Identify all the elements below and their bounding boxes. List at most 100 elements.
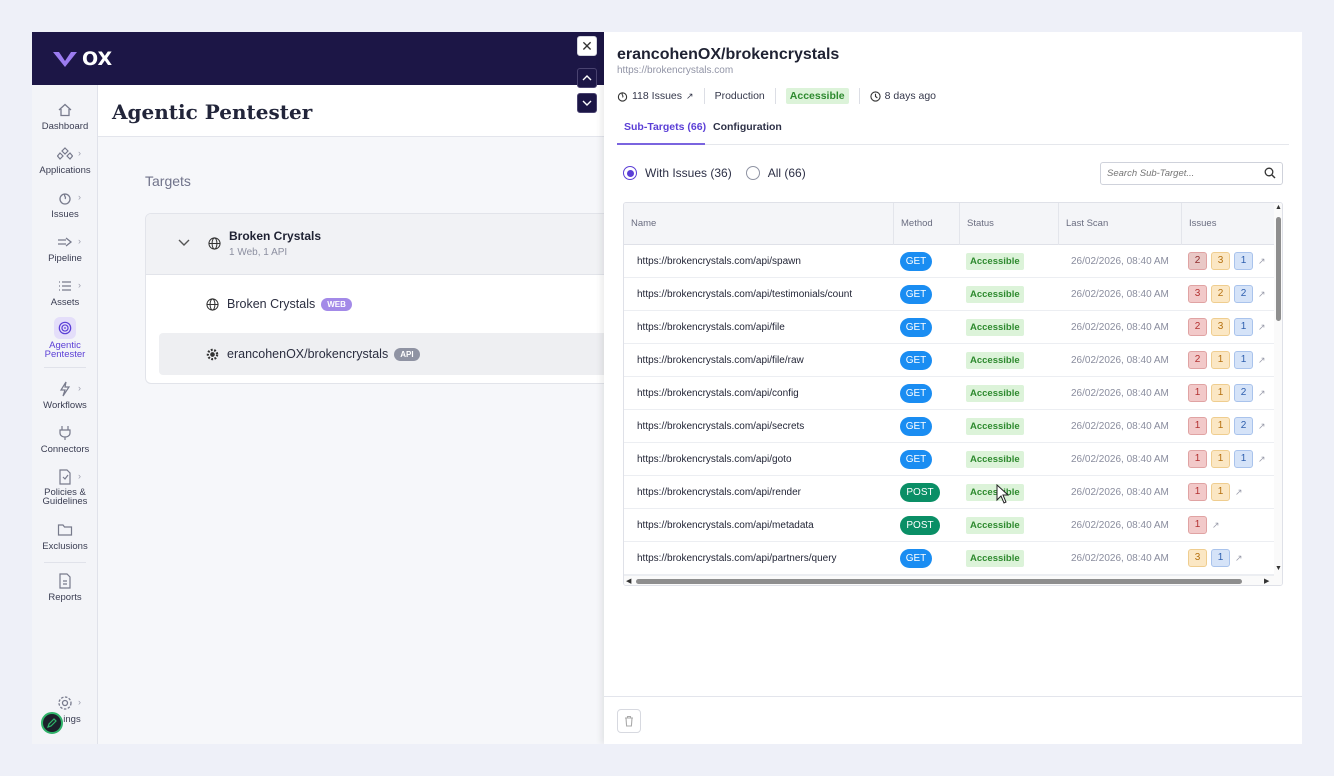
severity-count-badge[interactable]: 1 (1211, 351, 1230, 369)
severity-count-badge[interactable]: 1 (1188, 450, 1207, 468)
severity-count-badge[interactable]: 1 (1234, 252, 1253, 270)
delete-button[interactable] (617, 709, 641, 733)
severity-count-badge[interactable]: 1 (1211, 549, 1230, 567)
severity-count-badge[interactable]: 1 (1188, 417, 1207, 435)
severity-count-badge[interactable]: 1 (1234, 351, 1253, 369)
severity-count-badge[interactable]: 3 (1211, 318, 1230, 336)
previous-target-button[interactable] (577, 68, 597, 88)
table-row[interactable]: https://brokencrystals.com/api/testimoni… (624, 278, 1274, 311)
sidebar-item-workflows[interactable]: › Workflows (32, 381, 98, 411)
severity-count-badge[interactable]: 1 (1234, 318, 1253, 336)
column-header-method[interactable]: Method (894, 203, 960, 245)
sub-target-name[interactable]: https://brokencrystals.com/api/secrets (637, 421, 804, 432)
severity-count-badge[interactable]: 2 (1188, 351, 1207, 369)
external-link-icon[interactable]: ↗ (1258, 421, 1266, 432)
table-row[interactable]: https://brokencrystals.com/api/file/raw G… (624, 344, 1274, 377)
target-group-header[interactable]: Broken Crystals 1 Web, 1 API (146, 214, 614, 275)
sub-target-name[interactable]: https://brokencrystals.com/api/file (637, 322, 785, 333)
table-row[interactable]: https://brokencrystals.com/api/spawn GET A… (624, 245, 1274, 278)
severity-count-badge[interactable]: 2 (1211, 285, 1230, 303)
sub-target-name[interactable]: https://brokencrystals.com/api/config (637, 388, 799, 399)
severity-count-badge[interactable]: 2 (1188, 252, 1207, 270)
with-issues-radio[interactable] (623, 166, 637, 180)
external-link-icon[interactable]: ↗ (1235, 487, 1243, 498)
severity-count-badge[interactable]: 1 (1211, 450, 1230, 468)
sub-target-name[interactable]: https://brokencrystals.com/api/render (637, 487, 801, 498)
sub-target-name[interactable]: https://brokencrystals.com/api/partners/… (637, 553, 837, 564)
tab-configuration[interactable]: Configuration (713, 121, 782, 133)
vertical-scroll-thumb[interactable] (1276, 217, 1281, 321)
severity-count-badge[interactable]: 2 (1234, 285, 1253, 303)
column-header-issues[interactable]: Issues (1182, 203, 1274, 245)
column-header-last-scan[interactable]: Last Scan (1059, 203, 1182, 245)
next-target-button[interactable] (577, 93, 597, 113)
target-row-api[interactable]: erancohenOX/brokencrystals API (159, 333, 614, 375)
severity-count-badge[interactable]: 1 (1188, 483, 1207, 501)
external-link-icon[interactable]: ↗ (1258, 388, 1266, 399)
severity-count-badge[interactable]: 3 (1211, 252, 1230, 270)
scroll-down-arrow[interactable]: ▼ (1275, 565, 1282, 572)
issues-count-link[interactable]: 118 Issues (632, 90, 682, 102)
search-icon[interactable] (1264, 167, 1276, 179)
all-label[interactable]: All (66) (768, 166, 806, 180)
column-header-status[interactable]: Status (960, 203, 1059, 245)
sidebar-item-connectors[interactable]: Connectors (32, 425, 98, 455)
scroll-left-arrow[interactable]: ◀ (626, 577, 631, 585)
severity-count-badge[interactable]: 1 (1188, 516, 1207, 534)
severity-count-badge[interactable]: 1 (1211, 417, 1230, 435)
sidebar-item-agentic-pentester[interactable]: Agentic Pentester (32, 317, 98, 359)
edit-pencil-button[interactable] (41, 712, 63, 734)
severity-count-badge[interactable]: 2 (1234, 417, 1253, 435)
sidebar-item-dashboard[interactable]: Dashboard (32, 102, 98, 132)
table-row[interactable]: https://brokencrystals.com/api/render POS… (624, 476, 1274, 509)
table-row[interactable]: https://brokencrystals.com/api/config GET… (624, 377, 1274, 410)
severity-count-badge[interactable]: 2 (1188, 318, 1207, 336)
with-issues-label[interactable]: With Issues (36) (645, 166, 732, 180)
column-header-name[interactable]: Name (624, 203, 894, 245)
sub-target-name[interactable]: https://brokencrystals.com/api/metadata (637, 520, 814, 531)
tab-sub-targets[interactable]: Sub-Targets (66) (624, 121, 706, 133)
table-row[interactable]: https://brokencrystals.com/api/partners/… (624, 542, 1274, 575)
severity-count-badge[interactable]: 3 (1188, 285, 1207, 303)
chevron-down-icon[interactable] (178, 236, 190, 250)
severity-count-badge[interactable]: 2 (1234, 384, 1253, 402)
close-drawer-button[interactable]: ✕ (577, 36, 597, 56)
drawer-url[interactable]: https://brokencrystals.com (617, 65, 733, 76)
all-radio[interactable] (745, 166, 760, 180)
external-link-icon[interactable]: ↗ (1258, 256, 1266, 267)
search-input[interactable] (1101, 163, 1251, 184)
table-row[interactable]: https://brokencrystals.com/api/secrets GE… (624, 410, 1274, 443)
severity-count-badge[interactable]: 1 (1211, 483, 1230, 501)
horizontal-scrollbar[interactable]: ◀ ▶ (624, 575, 1274, 585)
target-row-web[interactable]: Broken Crystals WEB (206, 283, 352, 325)
external-link-icon[interactable]: ↗ (1258, 289, 1266, 300)
sidebar-item-pipeline[interactable]: › Pipeline (32, 234, 98, 264)
scroll-right-arrow[interactable]: ▶ (1264, 577, 1269, 585)
vertical-scrollbar[interactable]: ▲ ▼ (1274, 203, 1282, 585)
sidebar-item-issues[interactable]: › Issues (32, 190, 98, 220)
sidebar-item-exclusions[interactable]: Exclusions (32, 522, 98, 552)
severity-count-badge[interactable]: 1 (1234, 450, 1253, 468)
severity-count-badge[interactable]: 1 (1188, 384, 1207, 402)
external-link-icon[interactable]: ↗ (1235, 553, 1243, 564)
sidebar-item-reports[interactable]: Reports (32, 573, 98, 603)
external-link-icon[interactable]: ↗ (1258, 454, 1266, 465)
horizontal-scroll-thumb[interactable] (636, 579, 1242, 584)
sidebar-item-applications[interactable]: › Applications (32, 146, 98, 176)
severity-count-badge[interactable]: 1 (1211, 384, 1230, 402)
sub-target-name[interactable]: https://brokencrystals.com/api/spawn (637, 256, 801, 267)
severity-count-badge[interactable]: 3 (1188, 549, 1207, 567)
table-row[interactable]: https://brokencrystals.com/api/goto GET Ac… (624, 443, 1274, 476)
external-link-icon[interactable]: ↗ (1258, 355, 1266, 366)
ox-logo[interactable]: OX (52, 48, 112, 70)
external-link-icon[interactable]: ↗ (686, 91, 694, 102)
external-link-icon[interactable]: ↗ (1212, 520, 1220, 531)
table-row[interactable]: https://brokencrystals.com/api/file GET Ac… (624, 311, 1274, 344)
sidebar-item-policies[interactable]: › Policies & Guidelines (32, 469, 98, 506)
sub-target-name[interactable]: https://brokencrystals.com/api/goto (637, 454, 792, 465)
sub-target-name[interactable]: https://brokencrystals.com/api/testimoni… (637, 289, 852, 300)
scroll-up-arrow[interactable]: ▲ (1275, 204, 1282, 211)
table-row[interactable]: https://brokencrystals.com/api/metadata P… (624, 509, 1274, 542)
sidebar-item-assets[interactable]: › Assets (32, 278, 98, 308)
external-link-icon[interactable]: ↗ (1258, 322, 1266, 333)
